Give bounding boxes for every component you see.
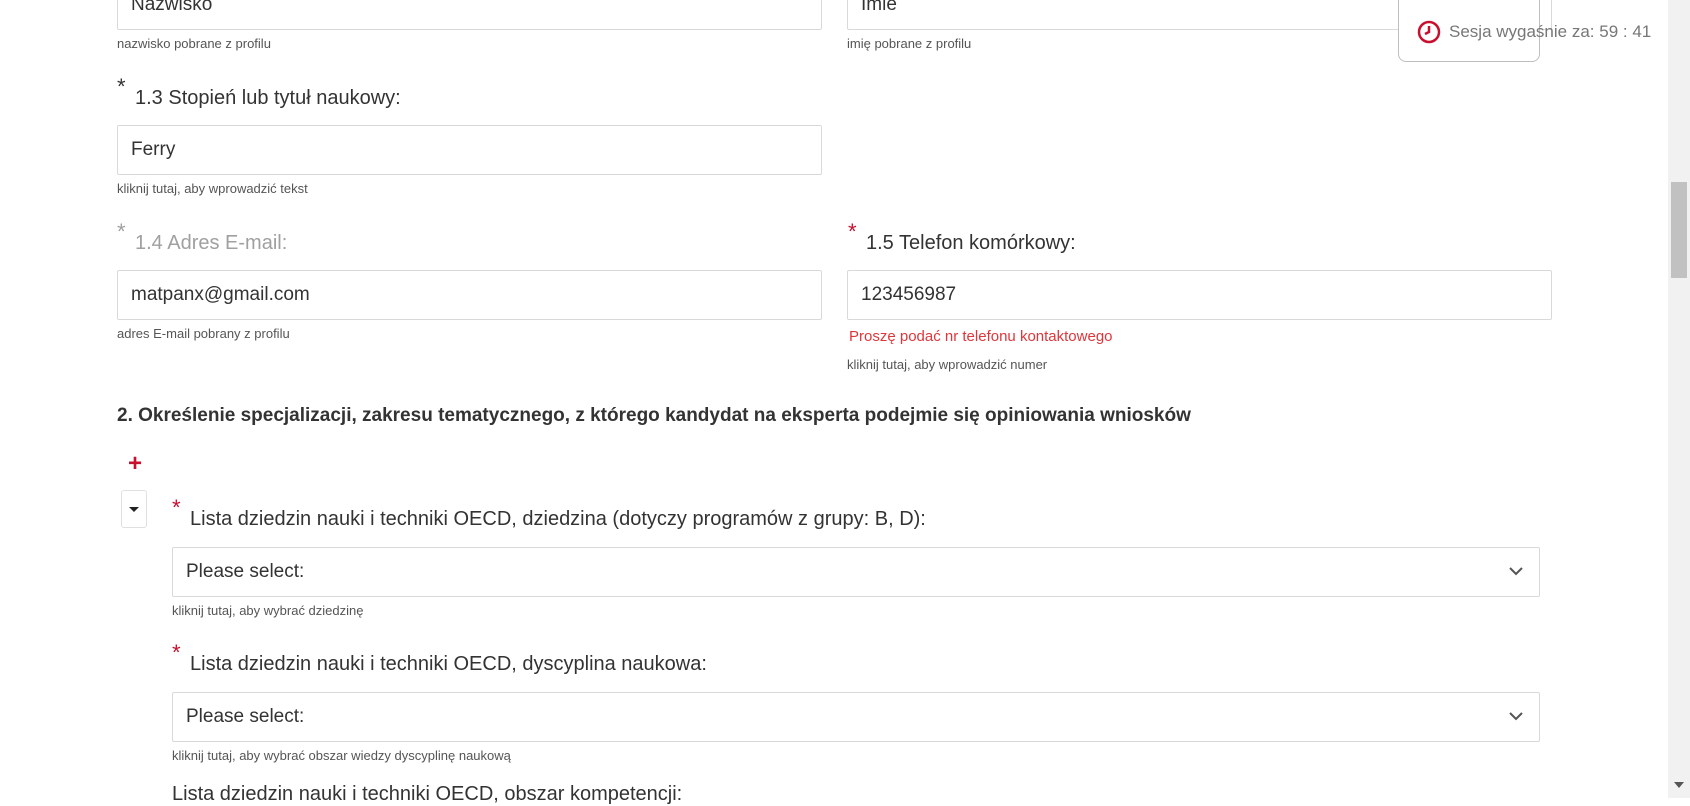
phone-hint: kliknij tutaj, aby wprowadzić numer xyxy=(847,357,1048,372)
oecd-discipline-hint: kliknij tutaj, aby wybrać obszar wiedzy … xyxy=(172,748,511,763)
session-timer-text: Sesja wygaśnie za: 59 : 41 xyxy=(1449,22,1652,41)
oecd-field-hint: kliknij tutaj, aby wybrać dziedzinę xyxy=(172,603,364,618)
oecd-field-select[interactable]: Please select: xyxy=(172,547,1540,597)
oecd-field-select-value: Please select: xyxy=(186,561,305,582)
required-star: * xyxy=(172,495,181,520)
degree-hint: kliknij tutaj, aby wprowadzić tekst xyxy=(117,181,308,196)
oecd-discipline-label: Lista dziedzin nauki i techniki OECD, dy… xyxy=(190,653,707,675)
required-star: * xyxy=(848,219,857,244)
degree-label: 1.3 Stopień lub tytuł naukowy: xyxy=(135,87,401,109)
email-field[interactable]: matpanx@gmail.com xyxy=(117,270,822,320)
scrollbar-thumb[interactable] xyxy=(1671,182,1687,278)
surname-hint: nazwisko pobrane z profilu xyxy=(117,36,271,51)
add-entry-button[interactable]: + xyxy=(128,452,142,476)
scroll-down-arrow-icon[interactable] xyxy=(1673,780,1685,790)
required-star: * xyxy=(117,74,126,99)
clock-icon xyxy=(1417,20,1441,44)
oecd-discipline-select[interactable]: Please select: xyxy=(172,692,1540,742)
firstname-hint: imię pobrane z profilu xyxy=(847,36,972,51)
caret-down-icon xyxy=(129,507,139,512)
oecd-discipline-select-value: Please select: xyxy=(186,706,305,727)
degree-value: Ferry xyxy=(131,139,176,160)
email-hint: adres E-mail pobrany z profilu xyxy=(117,326,290,341)
surname-field[interactable]: Nazwisko xyxy=(117,0,822,30)
phone-label: 1.5 Telefon komórkowy: xyxy=(866,232,1076,254)
collapse-toggle-button[interactable] xyxy=(121,490,147,528)
phone-error-message: Proszę podać nr telefonu kontaktowego xyxy=(849,328,1113,345)
oecd-competence-label: Lista dziedzin nauki i techniki OECD, ob… xyxy=(172,783,683,805)
oecd-field-label: Lista dziedzin nauki i techniki OECD, dz… xyxy=(190,508,926,530)
surname-value: Nazwisko xyxy=(131,0,213,15)
section-2-title: 2. Określenie specjalizacji, zakresu tem… xyxy=(117,405,1191,426)
email-value: matpanx@gmail.com xyxy=(131,284,310,305)
chevron-down-icon xyxy=(1509,712,1523,721)
chevron-down-icon xyxy=(1509,567,1523,576)
degree-field[interactable]: Ferry xyxy=(117,125,822,175)
phone-value: 123456987 xyxy=(861,284,957,305)
session-timer: Sesja wygaśnie za: 59 : 41 xyxy=(1398,0,1651,62)
firstname-value: Imie xyxy=(861,0,897,15)
required-star: * xyxy=(117,219,126,244)
email-label: 1.4 Adres E-mail: xyxy=(135,232,288,254)
phone-field[interactable]: 123456987 xyxy=(847,270,1552,320)
required-star: * xyxy=(172,640,181,665)
scrollbar-track[interactable] xyxy=(1668,0,1690,798)
